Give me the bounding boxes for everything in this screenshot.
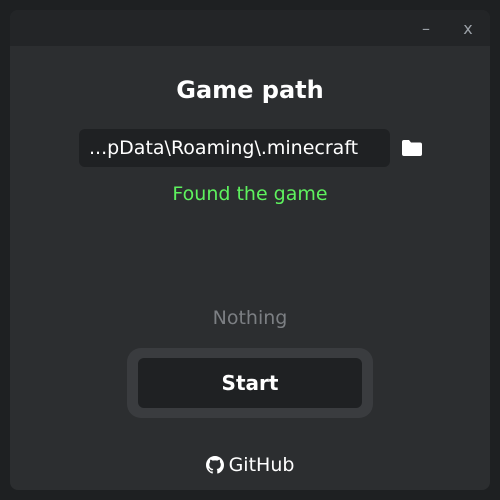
minimize-button[interactable]: – xyxy=(408,10,444,46)
game-path-row xyxy=(79,129,439,167)
github-link[interactable]: GitHub xyxy=(10,454,490,476)
close-button[interactable]: x xyxy=(450,10,486,46)
browse-folder-button[interactable] xyxy=(397,129,427,167)
folder-icon xyxy=(402,140,422,156)
title-bar: – x xyxy=(10,10,490,46)
start-button-frame: Start xyxy=(127,348,373,418)
page-title: Game path xyxy=(176,76,324,104)
message-text: Nothing xyxy=(212,307,288,329)
github-icon xyxy=(205,456,224,474)
status-text: Found the game xyxy=(172,183,328,205)
github-label: GitHub xyxy=(228,454,295,476)
game-path-input[interactable] xyxy=(79,129,390,167)
app-window: – x Game path Found the game Nothing Sta… xyxy=(10,10,490,490)
start-button[interactable]: Start xyxy=(138,358,362,408)
